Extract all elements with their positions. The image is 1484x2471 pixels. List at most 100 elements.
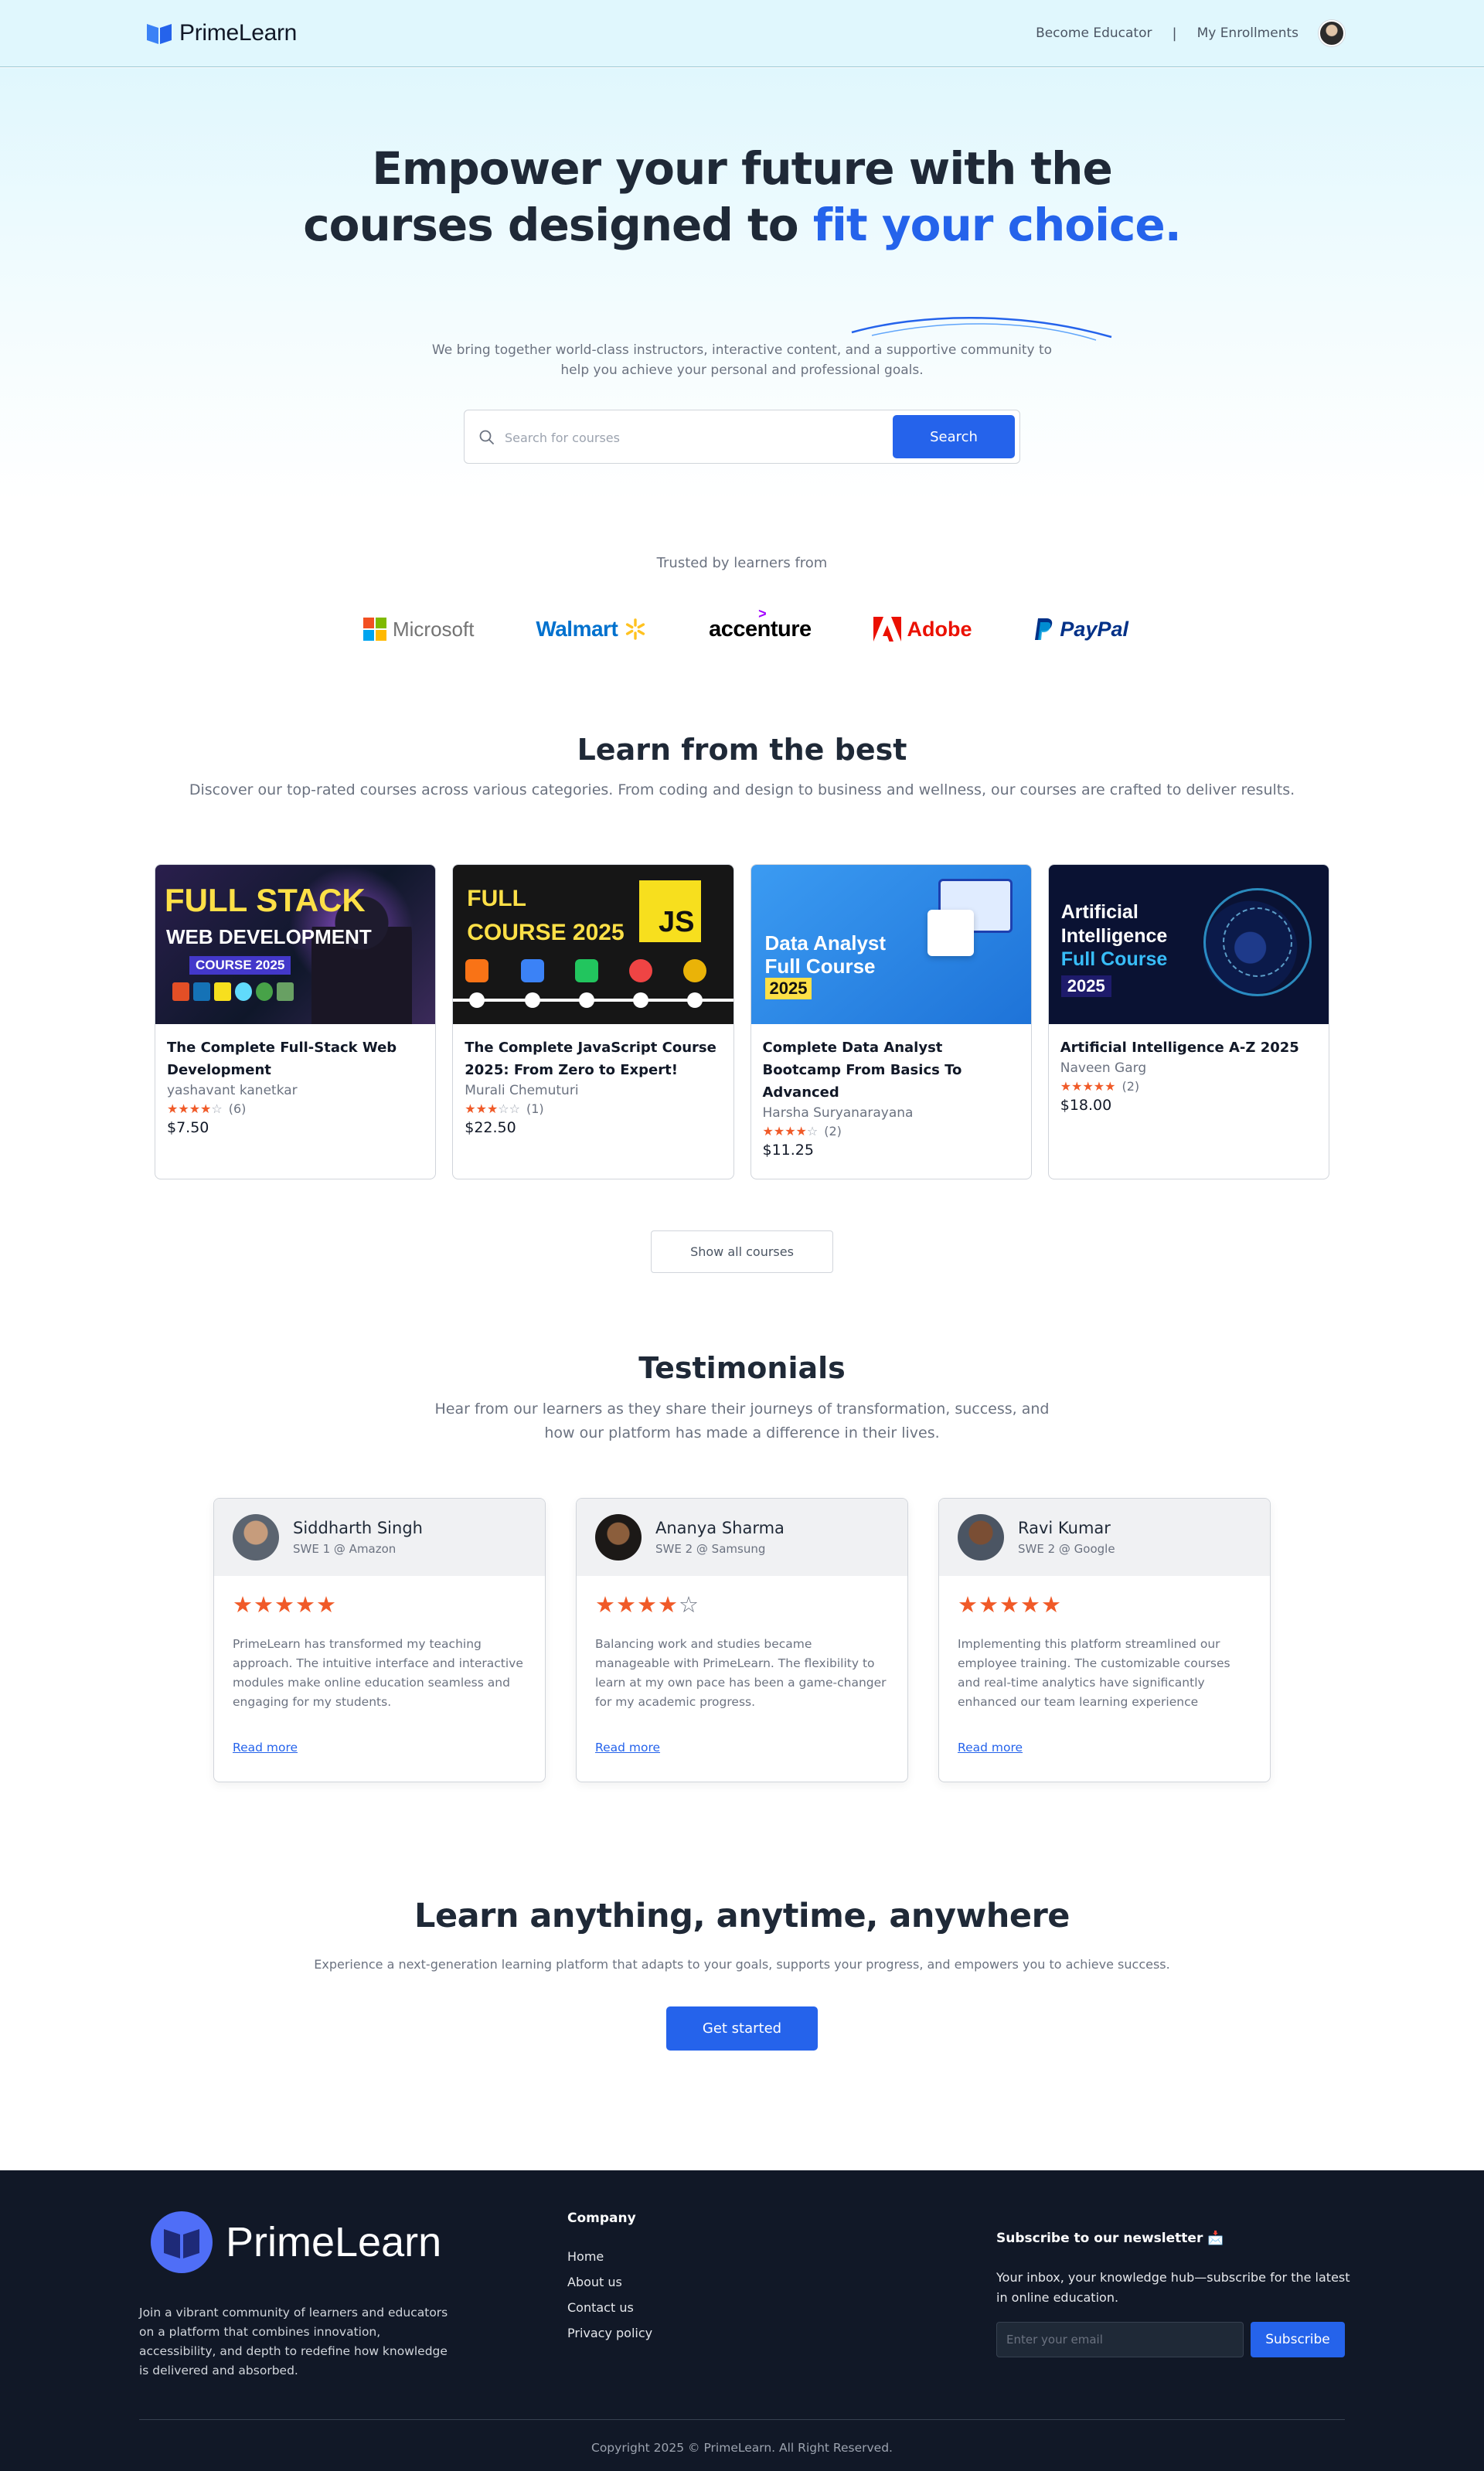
- company-logos: Microsoft Walmart > accenture Adobe PayPa…: [363, 605, 1128, 648]
- course-search-bar: Search: [464, 410, 1020, 464]
- course-thumbnail: FULL STACK WEB DEVELOPMENT COURSE 2025: [155, 865, 436, 1024]
- get-started-button[interactable]: Get started: [666, 2006, 818, 2051]
- course-thumbnail: Artificial Intelligence Full Course 2025: [1048, 865, 1329, 1024]
- star-rating-icon: ★★★★★: [958, 1591, 1062, 1618]
- microsoft-logo: Microsoft: [363, 618, 474, 642]
- timeline-dot: [687, 992, 703, 1008]
- course-title: The Complete JavaScript Course 2025: Fro…: [465, 1040, 716, 1078]
- hero-title-accent: fit your choice.: [812, 199, 1182, 251]
- thumbnail-year: 2025: [1060, 975, 1111, 997]
- top-navbar: PrimeLearn Become Educator | My Enrollme…: [0, 0, 1484, 67]
- html-icon: [172, 982, 189, 1001]
- footer-company-title: Company: [567, 2211, 636, 2226]
- timeline-dot: [525, 992, 541, 1008]
- gear-icon: [683, 959, 707, 982]
- user-avatar[interactable]: [1319, 20, 1345, 46]
- testimonial-header: Siddharth Singh SWE 1 @ Amazon: [214, 1499, 545, 1576]
- my-enrollments-link[interactable]: My Enrollments: [1197, 26, 1298, 41]
- read-more-link[interactable]: Read more: [958, 1741, 1023, 1755]
- avatar: [958, 1514, 1004, 1561]
- show-all-courses-button[interactable]: Show all courses: [651, 1230, 833, 1273]
- accenture-logo-text: > accenture: [709, 605, 812, 642]
- avatar: [233, 1514, 279, 1561]
- footer-link-home[interactable]: Home: [567, 2249, 652, 2264]
- read-more-link[interactable]: Read more: [233, 1741, 298, 1755]
- book-logo-icon: [147, 24, 172, 44]
- footer-link-privacy[interactable]: Privacy policy: [567, 2326, 652, 2340]
- cta-title: Learn anything, anytime, anywhere: [414, 1897, 1070, 1935]
- course-rating: ★★★★☆ (6): [167, 1101, 424, 1116]
- course-price: $7.50: [167, 1119, 209, 1136]
- testimonial-body: ★★★★☆ Balancing work and studies became …: [577, 1576, 907, 1714]
- testimonial-body: ★★★★★ Implementing this platform streaml…: [939, 1576, 1270, 1714]
- node-icon: [256, 982, 273, 1001]
- cta-subtitle: Experience a next-generation learning pl…: [314, 1957, 1170, 1972]
- star-rating-icon: ★★★★☆: [595, 1591, 699, 1618]
- timeline-dot: [633, 992, 649, 1008]
- course-author: Harsha Suryanarayana: [762, 1105, 914, 1121]
- adobe-logo: Adobe: [873, 617, 972, 642]
- chart-illustration-icon: [927, 910, 974, 956]
- nav-separator: |: [1172, 25, 1177, 42]
- thumbnail-text: FULL COURSE 2025: [467, 886, 625, 945]
- footer-link-contact[interactable]: Contact us: [567, 2300, 652, 2315]
- course-title: Complete Data Analyst Bootcamp From Basi…: [762, 1040, 962, 1101]
- testimonial-body: ★★★★★ PrimeLearn has transformed my teac…: [214, 1576, 545, 1714]
- course-thumbnail: FULL COURSE 2025 JS: [453, 865, 733, 1024]
- css-icon: [193, 982, 210, 1001]
- tech-stack-icons: [172, 982, 294, 1001]
- newsletter-description: Your inbox, your knowledge hub—subscribe…: [996, 2270, 1350, 2305]
- trusted-label: Trusted by learners from: [656, 555, 828, 571]
- search-input[interactable]: [505, 420, 938, 455]
- js-badge-icon: JS: [638, 880, 701, 942]
- thumbnail-text: FULL STACK: [165, 882, 366, 918]
- flow-icon: [575, 959, 599, 982]
- course-card[interactable]: Data Analyst Full Course 2025 Complete Da…: [750, 864, 1032, 1179]
- testimonial-role: SWE 2 @ Samsung: [655, 1542, 766, 1556]
- nav-actions: Become Educator | My Enrollments: [1036, 20, 1345, 46]
- testimonial-card: Siddharth Singh SWE 1 @ Amazon ★★★★★ Pri…: [213, 1498, 546, 1782]
- footer-link-about[interactable]: About us: [567, 2275, 652, 2289]
- footer-brand[interactable]: PrimeLearn: [150, 2211, 441, 2274]
- thumbnail-text: WEB DEVELOPMENT: [166, 925, 372, 948]
- star-rating-icon: ★★★★★: [1060, 1079, 1116, 1094]
- newsletter-title: Subscribe to our newsletter 📩: [996, 2231, 1224, 2246]
- testimonial-list: Siddharth Singh SWE 1 @ Amazon ★★★★★ Pri…: [213, 1498, 1271, 1782]
- testimonial-name: Ananya Sharma: [655, 1519, 785, 1537]
- thumbnail-text: Artificial Intelligence: [1060, 901, 1168, 947]
- become-educator-link[interactable]: Become Educator: [1036, 26, 1152, 41]
- testimonials-subtitle: Hear from our learners as they share the…: [434, 1401, 1050, 1441]
- course-card[interactable]: Artificial Intelligence Full Course 2025 …: [1047, 864, 1329, 1179]
- site-footer: PrimeLearn Join a vibrant community of l…: [0, 2170, 1484, 2471]
- subscribe-button[interactable]: Subscribe: [1251, 2322, 1345, 2357]
- accenture-logo: > accenture: [709, 605, 812, 642]
- course-author: yashavant kanetkar: [167, 1083, 298, 1098]
- course-card-body: The Complete JavaScript Course 2025: Fro…: [453, 1024, 733, 1136]
- testimonials-title: Testimonials: [638, 1351, 846, 1385]
- search-button[interactable]: Search: [893, 415, 1015, 458]
- newsletter-email-input[interactable]: [996, 2322, 1244, 2357]
- testimonial-header: Ravi Kumar SWE 2 @ Google: [939, 1499, 1270, 1576]
- star-rating-icon: ★★★★★: [233, 1591, 337, 1618]
- read-more-link[interactable]: Read more: [595, 1741, 660, 1755]
- blocks-icon: [521, 959, 545, 982]
- accenture-chevron-icon: >: [758, 605, 767, 621]
- thumbnail-year: 2025: [764, 978, 812, 999]
- rating-count: (2): [1122, 1079, 1140, 1094]
- walmart-logo-text: Walmart: [536, 617, 618, 641]
- course-price: $22.50: [465, 1119, 516, 1136]
- hero-subtitle: We bring together world-class instructor…: [431, 342, 1053, 378]
- timeline-dot: [579, 992, 595, 1008]
- course-card[interactable]: FULL COURSE 2025 JS The Complete JavaScri…: [452, 864, 734, 1179]
- brand-logo[interactable]: PrimeLearn: [145, 20, 297, 46]
- thumbnail-text: Full Course: [1060, 948, 1168, 970]
- paypal-p-icon: [1035, 618, 1053, 640]
- thumbnail-text: COURSE 2025: [189, 956, 291, 975]
- course-card[interactable]: FULL STACK WEB DEVELOPMENT COURSE 2025 T…: [155, 864, 437, 1179]
- course-title: The Complete Full-Stack Web Development: [167, 1040, 397, 1078]
- brand-name: PrimeLearn: [179, 20, 298, 46]
- footer-links: Home About us Contact us Privacy policy: [567, 2249, 652, 2340]
- testimonial-name: Ravi Kumar: [1018, 1519, 1111, 1537]
- testimonial-quote: PrimeLearn has transformed my teaching a…: [233, 1637, 523, 1709]
- testimonial-role: SWE 1 @ Amazon: [293, 1542, 397, 1556]
